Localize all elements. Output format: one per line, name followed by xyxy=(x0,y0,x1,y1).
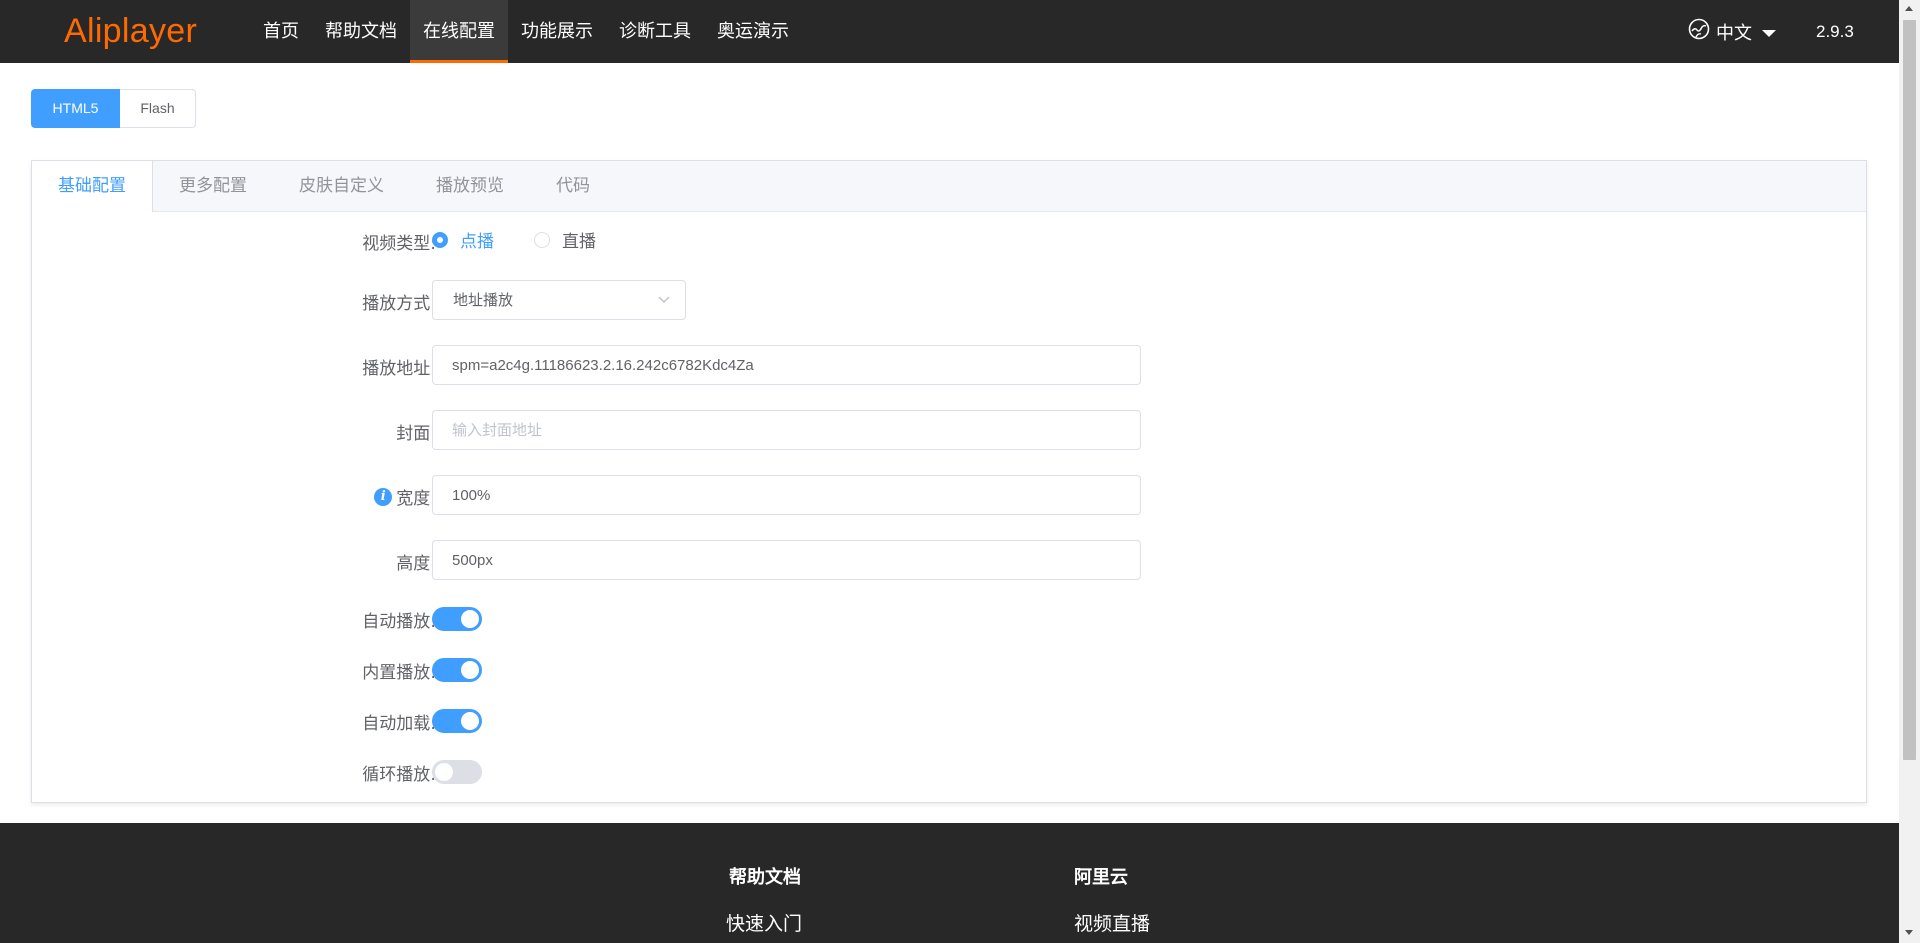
loop-label: 循环播放: xyxy=(362,765,436,785)
cover-input[interactable] xyxy=(432,410,1141,450)
scroll-thumb[interactable] xyxy=(1903,20,1916,760)
width-label-group: i 宽度: xyxy=(374,484,436,509)
logo[interactable]: Aliplayer xyxy=(64,0,197,63)
footer-link-quickstart[interactable]: 快速入门 xyxy=(726,909,802,936)
switch-knob xyxy=(461,610,479,628)
inline-play-switch[interactable] xyxy=(432,658,482,682)
loop-switch[interactable] xyxy=(432,760,482,784)
engine-switch: HTML5 Flash xyxy=(31,89,196,128)
nav-item-docs[interactable]: 帮助文档 xyxy=(312,0,410,63)
play-mode-label: 播放方式: xyxy=(362,294,436,314)
scroll-up-arrow-icon[interactable] xyxy=(1905,6,1913,11)
tab-play-preview[interactable]: 播放预览 xyxy=(410,161,530,211)
page-scrollbar[interactable] xyxy=(1899,0,1920,943)
video-type-label: 视频类型: xyxy=(362,234,436,254)
form-row-video-type: 视频类型: 点播 直播 xyxy=(32,223,1866,254)
top-navbar: Aliplayer 首页 帮助文档 在线配置 功能展示 诊断工具 奥运演示 中文… xyxy=(0,0,1899,63)
engine-html5-button[interactable]: HTML5 xyxy=(31,89,120,128)
inline-play-label: 内置播放: xyxy=(362,663,436,683)
radio-live[interactable]: 直播 xyxy=(534,227,596,252)
radio-live-label: 直播 xyxy=(562,232,596,252)
preload-switch[interactable] xyxy=(432,709,482,733)
config-card: 基础配置 更多配置 皮肤自定义 播放预览 代码 视频类型: 点播 直播 播放方式… xyxy=(31,160,1867,803)
form-row-loop: 循环播放: xyxy=(32,759,1866,787)
nav-item-features[interactable]: 功能展示 xyxy=(508,0,606,63)
switch-knob xyxy=(461,661,479,679)
source-label: 播放地址: xyxy=(362,359,436,379)
main-nav: 首页 帮助文档 在线配置 功能展示 诊断工具 奥运演示 xyxy=(250,0,802,63)
height-label: 高度: xyxy=(396,554,436,574)
width-label: 宽度: xyxy=(396,489,436,509)
height-input[interactable] xyxy=(432,540,1141,580)
scroll-down-arrow-icon[interactable] xyxy=(1905,930,1913,935)
tab-basic-config[interactable]: 基础配置 xyxy=(32,161,153,212)
radio-unchecked-icon xyxy=(534,231,550,248)
preload-label: 自动加载: xyxy=(362,714,436,734)
nav-item-diagnostics[interactable]: 诊断工具 xyxy=(606,0,704,63)
caret-down-icon xyxy=(1762,29,1776,37)
footer: 帮助文档 快速入门 阿里云 视频直播 xyxy=(0,823,1899,943)
width-input[interactable] xyxy=(432,475,1141,515)
play-mode-select[interactable]: 地址播放 xyxy=(432,280,686,320)
engine-flash-button[interactable]: Flash xyxy=(120,89,196,128)
form-row-inline-play: 内置播放: xyxy=(32,657,1866,685)
footer-title-docs: 帮助文档 xyxy=(729,867,801,888)
globe-icon xyxy=(1688,18,1716,45)
autoplay-switch[interactable] xyxy=(432,607,482,631)
tab-skin-custom[interactable]: 皮肤自定义 xyxy=(273,161,410,211)
footer-title-aliyun: 阿里云 xyxy=(1074,867,1128,888)
config-tabs: 基础配置 更多配置 皮肤自定义 播放预览 代码 xyxy=(32,161,1866,212)
radio-checked-icon xyxy=(432,231,448,248)
source-input[interactable] xyxy=(432,345,1141,385)
form-row-width: i 宽度: xyxy=(32,475,1866,515)
chevron-down-icon xyxy=(657,291,671,310)
nav-item-olympics-demo[interactable]: 奥运演示 xyxy=(704,0,802,63)
tab-more-config[interactable]: 更多配置 xyxy=(153,161,273,211)
autoplay-label: 自动播放: xyxy=(362,612,436,632)
switch-knob xyxy=(435,763,453,781)
form-row-autoplay: 自动播放: xyxy=(32,606,1866,634)
version-label: 2.9.3 xyxy=(1816,22,1854,41)
language-label: 中文 xyxy=(1716,22,1752,44)
form-row-play-mode: 播放方式: 地址播放 xyxy=(32,280,1866,320)
nav-item-online-config[interactable]: 在线配置 xyxy=(410,0,508,63)
form-row-preload: 自动加载: xyxy=(32,708,1866,736)
footer-link-live-video[interactable]: 视频直播 xyxy=(1074,909,1150,936)
tab-code[interactable]: 代码 xyxy=(530,161,616,211)
radio-vod[interactable]: 点播 xyxy=(432,227,494,252)
form-row-source: 播放地址: xyxy=(32,345,1866,385)
form-row-height: 高度: xyxy=(32,540,1866,580)
nav-item-home[interactable]: 首页 xyxy=(250,0,312,63)
info-icon[interactable]: i xyxy=(374,487,393,506)
play-mode-value: 地址播放 xyxy=(453,291,514,309)
switch-knob xyxy=(461,712,479,730)
cover-label: 封面: xyxy=(396,424,436,444)
form-row-cover: 封面: xyxy=(32,410,1866,450)
language-selector[interactable]: 中文 xyxy=(1688,0,1776,63)
radio-vod-label: 点播 xyxy=(460,232,494,252)
